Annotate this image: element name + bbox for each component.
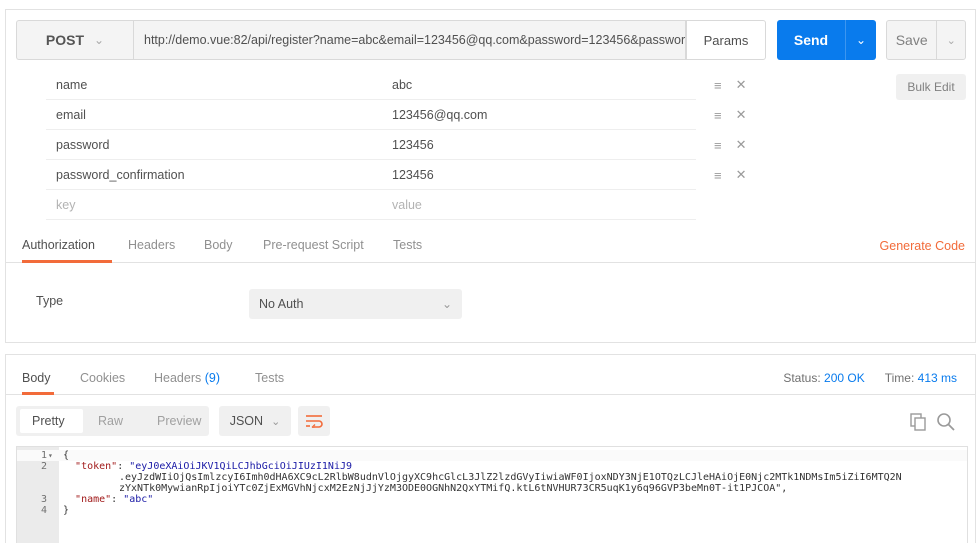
format-select[interactable]: JSON ⌄ <box>219 406 291 436</box>
hamburger-icon[interactable]: ≡ <box>714 138 722 153</box>
view-preview-button[interactable]: Preview <box>142 414 201 428</box>
new-param-value-input[interactable]: value <box>382 190 696 219</box>
method-label: POST <box>45 32 85 48</box>
chevron-down-icon: ⌄ <box>94 33 105 47</box>
view-mode-toggle: Pretty Raw Preview <box>16 406 209 436</box>
wrap-lines-button[interactable] <box>298 406 330 436</box>
request-panel: POST ⌄ http://demo.vue:82/api/register?n… <box>5 9 976 343</box>
param-row: password 123456 ≡ ✕ <box>46 130 747 160</box>
line-number: 3 <box>40 494 47 505</box>
param-row: email 123456@qq.com ≡ ✕ <box>46 100 747 130</box>
param-row: name abc ≡ ✕ <box>46 70 747 100</box>
save-label: Save <box>895 32 928 48</box>
code-line: 2 "token": "eyJ0eXAiOiJKV1QiLCJhbGciOiJI… <box>17 461 967 472</box>
tab-pre-request-script[interactable]: Pre-request Script <box>263 232 364 263</box>
param-row: password_confirmation 123456 ≡ ✕ <box>46 160 747 190</box>
method-select[interactable]: POST ⌄ <box>16 20 133 60</box>
time-info: Time: 413 ms <box>885 371 957 385</box>
param-value[interactable]: 123456@qq.com <box>382 100 696 129</box>
code-line: 3 "name": "abc" <box>17 494 967 505</box>
hamburger-icon[interactable]: ≡ <box>714 78 722 93</box>
chevron-down-icon: ⌄ <box>441 297 452 311</box>
response-meta: Status: 200 OK Time: 413 ms <box>783 371 957 385</box>
request-tabs: Authorization Headers Body Pre-request S… <box>6 232 975 263</box>
param-key[interactable]: name <box>46 70 382 99</box>
view-raw-button[interactable]: Raw <box>83 414 142 428</box>
send-dropdown-chevron-icon[interactable]: ⌄ <box>845 20 876 60</box>
code-line: 1 ▾ { <box>17 450 967 461</box>
close-icon[interactable]: ✕ <box>736 167 747 183</box>
json-string-wrap: .eyJzdWIiOjQsImlzcyI6Imh0dHA6XC9cL2RlbW8… <box>119 472 902 483</box>
status-label: Status: <box>783 371 821 385</box>
code-line-wrap: zYxNTk0MywianRpIjoiYTc0ZjExMGVhNjcxM2EzN… <box>17 483 967 494</box>
line-number: 4 <box>40 505 47 516</box>
code-line: 4 } <box>17 505 967 516</box>
param-value[interactable]: 123456 <box>382 160 696 189</box>
close-icon[interactable]: ✕ <box>736 107 747 123</box>
headers-label: Headers <box>154 371 202 385</box>
code-line-wrap: .eyJzdWIiOjQsImlzcyI6Imh0dHA6XC9cL2RlbW8… <box>17 472 967 483</box>
param-value[interactable]: abc <box>382 70 696 99</box>
param-key[interactable]: email <box>46 100 382 129</box>
send-label: Send <box>793 32 829 48</box>
copy-icon[interactable] <box>910 413 926 431</box>
tab-response-body[interactable]: Body <box>22 371 54 395</box>
view-pretty-button[interactable]: Pretty <box>20 409 83 433</box>
wrap-lines-icon <box>306 415 323 428</box>
search-icon[interactable] <box>936 412 956 432</box>
response-code-view[interactable]: 1 ▾ { 2 "token": "eyJ0eXAiOiJKV1QiLCJhbG… <box>16 446 968 543</box>
json-string: "abc" <box>123 494 154 505</box>
send-button[interactable]: Send ⌄ <box>777 20 876 60</box>
params-button[interactable]: Params <box>686 20 766 60</box>
auth-type-select[interactable]: No Auth ⌄ <box>249 289 462 319</box>
new-param-key-input[interactable]: key <box>46 190 382 219</box>
json-key: "name" <box>75 494 112 505</box>
tab-authorization[interactable]: Authorization <box>22 232 112 263</box>
generate-code-link[interactable]: Generate Code <box>880 232 965 260</box>
save-dropdown-chevron-icon[interactable]: ⌄ <box>936 21 965 59</box>
time-value[interactable]: 413 ms <box>918 371 957 385</box>
hamburger-icon[interactable]: ≡ <box>714 168 722 183</box>
param-key[interactable]: password_confirmation <box>46 160 382 189</box>
tab-response-headers[interactable]: Headers (9) <box>154 371 220 395</box>
headers-count-badge: (9) <box>204 371 221 385</box>
fold-toggle-icon[interactable]: ▾ <box>48 450 53 461</box>
save-button[interactable]: Save ⌄ <box>886 20 966 60</box>
tab-tests[interactable]: Tests <box>393 232 422 263</box>
close-icon[interactable]: ✕ <box>736 137 747 153</box>
code-text: "token": "eyJ0eXAiOiJKV1QiLCJhbGciOiJIUz… <box>75 461 353 472</box>
tab-headers[interactable]: Headers <box>128 232 175 263</box>
tab-response-tests[interactable]: Tests <box>255 371 284 395</box>
params-table: name abc ≡ ✕ email 123456@qq.com ≡ ✕ pas… <box>46 70 747 220</box>
json-string-wrap: zYxNTk0MywianRpIjoiYTc0ZjExMGVhNjcxM2EzN… <box>119 483 788 494</box>
close-icon[interactable]: ✕ <box>736 77 747 93</box>
code-text: "name": "abc" <box>75 494 154 505</box>
status-value[interactable]: 200 OK <box>824 371 865 385</box>
tab-body[interactable]: Body <box>204 232 233 263</box>
code-text: { <box>63 450 70 461</box>
new-param-row: key value <box>46 190 696 220</box>
line-number: 1 <box>40 450 47 461</box>
response-tabs: Body Cookies Headers (9) Tests Status: 2… <box>6 355 975 395</box>
time-label: Time: <box>884 371 915 385</box>
bulk-edit-button[interactable]: Bulk Edit <box>896 74 966 100</box>
json-string: "eyJ0eXAiOiJKV1QiLCJhbGciOiJIUzI1NiJ9 <box>129 461 353 472</box>
param-key[interactable]: password <box>46 130 382 159</box>
url-bar: POST ⌄ http://demo.vue:82/api/register?n… <box>16 20 966 60</box>
code-text: } <box>63 505 70 516</box>
line-number: 2 <box>40 461 47 472</box>
auth-type-value: No Auth <box>259 297 304 311</box>
chevron-down-icon: ⌄ <box>271 415 281 428</box>
format-value: JSON <box>229 414 264 428</box>
auth-type-label: Type <box>36 294 64 308</box>
json-key: "token" <box>75 461 118 472</box>
status-info: Status: 200 OK <box>783 371 864 385</box>
response-panel: Body Cookies Headers (9) Tests Status: 2… <box>5 354 976 543</box>
param-value[interactable]: 123456 <box>382 130 696 159</box>
tab-cookies[interactable]: Cookies <box>80 371 125 395</box>
hamburger-icon[interactable]: ≡ <box>714 108 722 123</box>
url-input[interactable]: http://demo.vue:82/api/register?name=abc… <box>133 20 686 60</box>
